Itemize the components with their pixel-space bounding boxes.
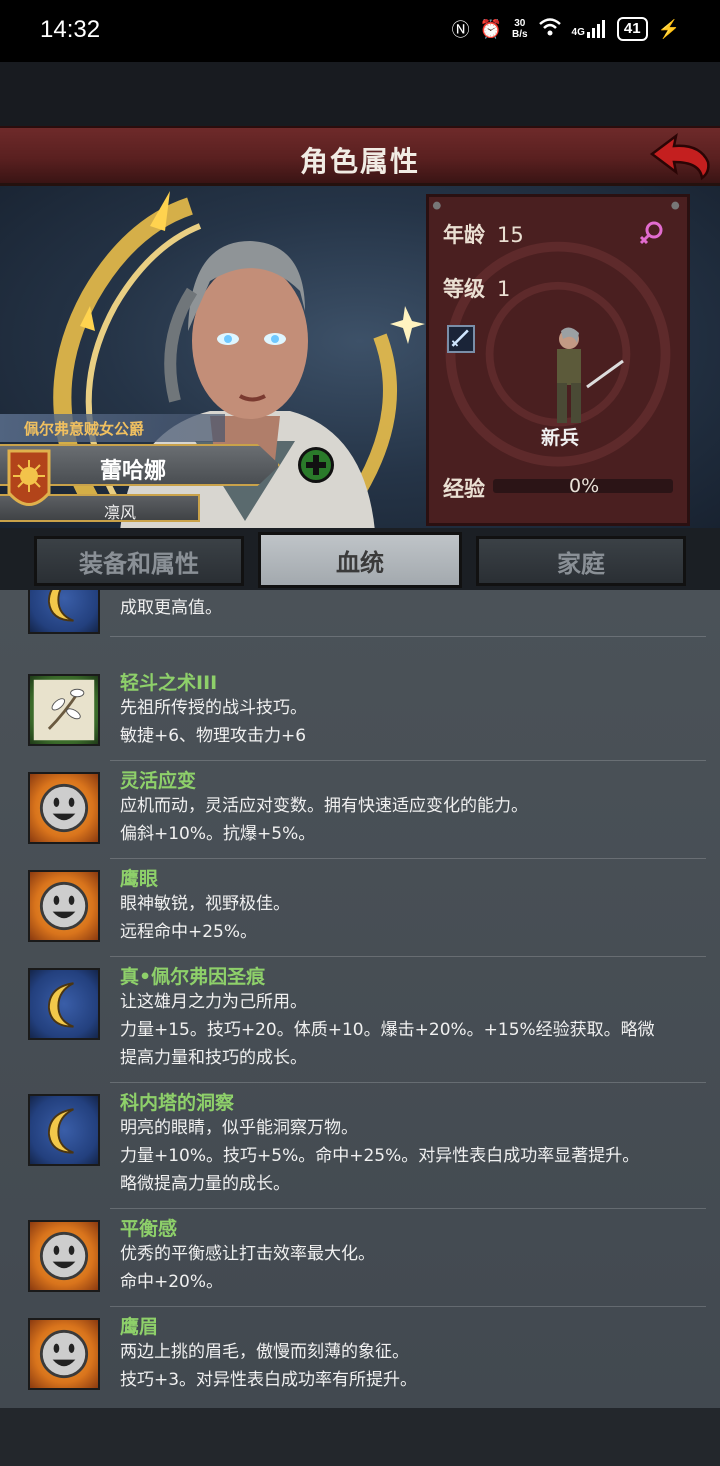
trait-name: 鹰眼 [120, 868, 159, 890]
exp-label: 经验 [443, 477, 485, 501]
status-time: 14:32 [40, 16, 101, 43]
level-value: 1 [497, 277, 511, 301]
trait-desc-line: 略微提高力量的成长。 [120, 1174, 290, 1194]
age-label: 年龄 [443, 223, 485, 247]
house-shield-icon [7, 449, 51, 506]
character-name: 蕾哈娜 [100, 459, 167, 484]
trait-description: 应机而动，灵活应对变数。拥有快速适应变化的能力。 偏斜+10%。抗爆+5%。 [120, 792, 700, 848]
age-value: 15 [497, 223, 524, 247]
page-title: 角色属性 [299, 145, 420, 178]
leaf-branch-icon [28, 674, 100, 746]
trait-desc-line: 应机而动，灵活应对变数。拥有快速适应变化的能力。 [120, 796, 528, 816]
sword-icon [451, 329, 469, 347]
exp-row: 经验 [443, 473, 497, 503]
trait-desc-line: 命中+20%。 [120, 1272, 224, 1292]
tab-bar: 装备和属性 血统 家庭 [0, 528, 720, 590]
tab-family[interactable]: 家庭 [476, 536, 686, 586]
level-row: 等级 1 [443, 273, 510, 303]
tab-equipment[interactable]: 装备和属性 [34, 536, 244, 586]
trait-name: 灵活应变 [120, 770, 197, 792]
tab-lineage[interactable]: 血统 [258, 532, 462, 588]
female-gender-icon [639, 221, 663, 245]
trait-description: 眼神敏锐，视野极佳。 远程命中+25%。 [120, 890, 700, 946]
trait-description: 两边上挑的眉毛，傲慢而刻薄的象征。 技巧+3。对异性表白成功率有所提升。 [120, 1338, 700, 1394]
trait-desc-line: 眼神敏锐，视野极佳。 [120, 894, 290, 914]
wifi-icon [538, 17, 562, 42]
trait-description: 让这雄月之力为己所用。力量+15。技巧+20。体质+10。爆击+20%。+15%… [120, 988, 700, 1072]
sword-skill-icon[interactable] [447, 325, 475, 353]
trait-desc-line: 力量+10%。技巧+5%。命中+25%。对异性表白成功率显著提升。 [120, 1146, 640, 1166]
trait-desc-line: 提高力量和技巧的成长。 [120, 1048, 307, 1068]
trait-description: 明亮的眼睛，似乎能洞察万物。力量+10%。技巧+5%。命中+25%。对异性表白成… [120, 1114, 700, 1198]
trait-name: 科内塔的洞察 [120, 1092, 235, 1114]
moon-icon [28, 1094, 100, 1166]
trait-name: 鹰眉 [120, 1316, 159, 1338]
back-button[interactable] [648, 132, 712, 182]
trait-name: 轻斗之术III [120, 672, 218, 694]
trait-desc-line: 让这雄月之力为己所用。 [120, 992, 307, 1012]
net-speed-value: 30 [514, 18, 526, 29]
rank-label: 新兵 [541, 427, 580, 449]
top-band [0, 62, 720, 126]
divider [110, 1306, 706, 1307]
moon-icon [28, 590, 100, 634]
bottom-bar [0, 1408, 720, 1466]
divider [110, 636, 706, 637]
exp-value: 0% [569, 475, 600, 497]
smiley-sun-icon [28, 870, 100, 942]
moon-icon [28, 968, 100, 1040]
trait-desc-line: 明亮的眼睛，似乎能洞察万物。 [120, 1118, 358, 1138]
cell-signal-icon: 4G [572, 20, 607, 38]
trait-desc-line: 优秀的平衡感让打击效率最大化。 [120, 1244, 375, 1264]
trait-desc-line: 技巧+3。对异性表白成功率有所提升。 [120, 1370, 418, 1390]
character-title: 佩尔弗意贼女公爵 [0, 414, 225, 442]
add-button[interactable] [298, 447, 334, 483]
status-bar: 14:32 Ⓝ ⏰ 30 B/s 4G 41 ⚡ [0, 0, 720, 62]
trait-desc-line: 两边上挑的眉毛，傲慢而刻薄的象征。 [120, 1342, 409, 1362]
net-speed: 30 B/s [512, 18, 528, 40]
trait-desc-line: 敏捷+6、物理攻击力+6 [120, 726, 307, 746]
level-label: 等级 [443, 277, 485, 301]
nfc-icon: Ⓝ [451, 20, 470, 40]
trait-name: 真•佩尔弗因圣痕 [120, 966, 266, 988]
trait-description: 先祖所传授的战斗技巧。 敏捷+6、物理攻击力+6 [120, 694, 700, 750]
age-row: 年龄 15 [443, 219, 524, 249]
plus-icon [306, 455, 326, 475]
charging-icon: ⚡ [657, 18, 680, 39]
trait-desc-line: 力量+15。技巧+20。体质+10。爆击+20%。+15%经验获取。略微 [120, 1020, 655, 1040]
signal-type: 4G [571, 27, 585, 38]
divider [110, 858, 706, 859]
trait-desc-line: 远程命中+25%。 [120, 922, 258, 942]
status-icons: Ⓝ ⏰ 30 B/s 4G 41 ⚡ [452, 16, 680, 42]
net-speed-unit: B/s [511, 29, 528, 40]
character-subtitle: 凛风 [104, 503, 137, 522]
divider [110, 956, 706, 957]
divider [110, 1082, 706, 1083]
smiley-sun-icon [28, 1220, 100, 1292]
trait-description: 优秀的平衡感让打击效率最大化。 命中+20%。 [120, 1240, 700, 1296]
smiley-sun-icon [28, 1318, 100, 1390]
header-bar: 角色属性 [0, 126, 720, 186]
trait-list[interactable]: 进入战斗时，力量、技巧、感知会暂时提升，与技能“吟游诗篇”的加成取更高值。轻斗之… [0, 590, 720, 1408]
info-panel: 年龄 15 等级 1 新兵 经验 0% [426, 194, 690, 526]
trait-desc-line: 先祖所传授的战斗技巧。 [120, 698, 307, 718]
trait-desc-line: 成取更高值。 [120, 598, 222, 618]
trait-desc-line: 偏斜+10%。抗爆+5%。 [120, 824, 316, 844]
trait-description: 进入战斗时，力量、技巧、感知会暂时提升，与技能“吟游诗篇”的加成取更高值。 [120, 590, 700, 622]
back-arrow-icon [649, 133, 710, 181]
battery-indicator: 41 [616, 17, 648, 41]
trait-name: 平衡感 [120, 1218, 178, 1240]
divider [110, 1208, 706, 1209]
alarm-icon: ⏰ [479, 18, 502, 39]
smiley-sun-icon [28, 772, 100, 844]
divider [110, 760, 706, 761]
